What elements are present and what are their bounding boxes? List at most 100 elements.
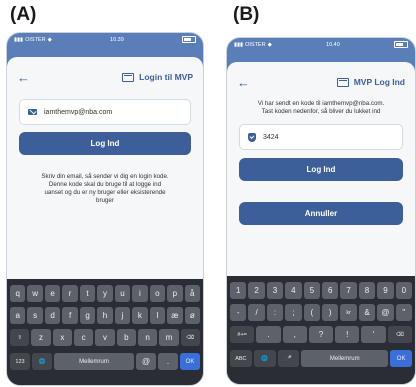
keyboard-key[interactable]: 🌐: [32, 353, 52, 370]
status-time: 10.40: [326, 41, 340, 48]
status-bar: ▮▮▮ OISTER ◆ 10.40: [227, 38, 415, 51]
phone-screen-login: ▮▮▮ OISTER ◆ 10.39 ← Login til MVP iamthem…: [6, 32, 204, 386]
keyboard-key[interactable]: d: [44, 307, 61, 324]
back-arrow-icon[interactable]: ←: [237, 76, 250, 89]
keyboard-key[interactable]: !: [335, 326, 360, 343]
keyboard-key[interactable]: 3: [266, 282, 284, 299]
keyboard-key[interactable]: m: [159, 329, 179, 346]
keyboard-key[interactable]: 4: [285, 282, 302, 299]
keyboard-key[interactable]: ⌫: [387, 326, 412, 343]
keyboard-key[interactable]: h: [97, 307, 113, 324]
keyboard-key[interactable]: @: [377, 304, 394, 321]
keyboard-key[interactable]: i: [132, 285, 148, 302]
carrier-name: OISTER: [25, 36, 46, 43]
phone-screen-code: ▮▮▮ OISTER ◆ 10.40 ← MVP Log Ind Vi har se…: [226, 37, 416, 385]
keyboard-key[interactable]: @: [136, 353, 156, 370]
keyboard-key[interactable]: 123: [10, 353, 30, 370]
keyboard-key[interactable]: y: [97, 285, 113, 302]
top-bar: ← MVP Log Ind: [227, 70, 415, 94]
keyboard-key[interactable]: 6: [322, 282, 339, 299]
login-button[interactable]: Log Ind: [239, 158, 403, 181]
back-arrow-icon[interactable]: ←: [17, 71, 30, 84]
wifi-icon: ◆: [47, 36, 52, 43]
keyboard-key[interactable]: ABC: [230, 350, 252, 367]
keyboard-key[interactable]: ;: [285, 304, 302, 321]
signal-icon: ▮▮▮: [234, 41, 244, 48]
code-card: ← MVP Log Ind Vi har sendt en kode til i…: [227, 62, 415, 276]
keyboard-key[interactable]: v: [95, 329, 115, 346]
keyboard-key[interactable]: b: [116, 329, 136, 346]
keyboard-key[interactable]: -: [229, 304, 247, 321]
keyboard-key[interactable]: z: [31, 329, 51, 346]
keyboard-key[interactable]: u: [114, 285, 131, 302]
keyboard-key[interactable]: kr: [340, 304, 357, 321]
keyboard-key[interactable]: j: [114, 307, 131, 324]
carrier-name: OISTER: [245, 41, 266, 48]
keyboard-key[interactable]: OK: [390, 350, 412, 367]
keyboard-key[interactable]: 7: [340, 282, 357, 299]
keyboard-key[interactable]: 8: [358, 282, 376, 299]
tv-icon: [336, 77, 349, 87]
keyboard-key[interactable]: /: [248, 304, 265, 321]
keyboard-key[interactable]: t: [79, 285, 96, 302]
screen-title: Login til MVP: [122, 72, 193, 82]
keyboard-key[interactable]: 0: [395, 282, 413, 299]
keyboard: 1234567890 - /:;() kr & @ " #+=.,?! ' ⌫ ABC 🌐 🎤 Me…: [227, 276, 415, 384]
keyboard-key[interactable]: ⌫: [180, 329, 200, 346]
keyboard-key[interactable]: å: [184, 285, 200, 302]
keyboard-key[interactable]: 5: [303, 282, 320, 299]
keyboard-key[interactable]: :: [266, 304, 284, 321]
keyboard-key[interactable]: (: [303, 304, 320, 321]
keyboard-key[interactable]: ': [361, 326, 386, 343]
status-bar: ▮▮▮ OISTER ◆ 10.39: [7, 33, 203, 46]
keyboard-key[interactable]: x: [52, 329, 72, 346]
mail-icon: [27, 109, 37, 115]
keyboard-key[interactable]: q: [10, 285, 26, 302]
screen-title-text: Login til MVP: [139, 72, 193, 82]
keyboard-key[interactable]: ": [395, 304, 413, 321]
keyboard-key[interactable]: w: [27, 285, 43, 302]
keyboard-key[interactable]: s: [27, 307, 43, 324]
battery-icon: [181, 36, 196, 43]
keyboard-key[interactable]: 🎤: [277, 350, 300, 367]
code-field[interactable]: 3424: [239, 124, 403, 150]
keyboard-key[interactable]: g: [79, 307, 96, 324]
keyboard-key[interactable]: .: [256, 326, 281, 343]
cancel-button[interactable]: Annuller: [239, 202, 403, 225]
keyboard-key[interactable]: f: [62, 307, 78, 324]
keyboard-key[interactable]: ø: [184, 307, 200, 324]
keyboard-key[interactable]: c: [74, 329, 94, 346]
keyboard-key[interactable]: p: [167, 285, 183, 302]
keyboard-key[interactable]: .: [158, 353, 178, 370]
keyboard-key[interactable]: æ: [167, 307, 183, 324]
keyboard-key[interactable]: ?: [308, 326, 334, 343]
keyboard-key[interactable]: 🌐: [253, 350, 276, 367]
status-time: 10.39: [110, 36, 124, 43]
keyboard-key[interactable]: k: [132, 307, 148, 324]
keyboard-key[interactable]: r: [62, 285, 78, 302]
keyboard-key[interactable]: &: [358, 304, 376, 321]
shield-icon: [248, 132, 256, 142]
keyboard-key[interactable]: l: [149, 307, 166, 324]
keyboard-key[interactable]: ⇧: [10, 329, 30, 346]
keyboard-key[interactable]: Mellemrum: [54, 353, 134, 370]
keyboard-key[interactable]: Mellemrum: [301, 350, 389, 367]
keyboard-key[interactable]: n: [137, 329, 158, 346]
panel-label-a: (A): [10, 4, 37, 25]
keyboard-key[interactable]: ,: [282, 326, 307, 343]
info-text: Vi har sendt en kode til iamthemvp@nba.c…: [257, 100, 385, 115]
keyboard-key[interactable]: o: [149, 285, 166, 302]
screen-title: MVP Log Ind: [336, 77, 405, 87]
keyboard-key[interactable]: 2: [248, 282, 265, 299]
keyboard-key[interactable]: OK: [180, 353, 200, 370]
keyboard-key[interactable]: #+=: [230, 326, 255, 343]
email-field[interactable]: iamthemvp@nba.com: [19, 99, 191, 125]
keyboard-key[interactable]: ): [322, 304, 339, 321]
keyboard-key[interactable]: 1: [229, 282, 247, 299]
battery-icon: [393, 41, 408, 48]
wifi-icon: ◆: [267, 41, 272, 48]
keyboard-key[interactable]: 9: [377, 282, 394, 299]
login-button[interactable]: Log Ind: [19, 132, 191, 155]
keyboard-key[interactable]: e: [44, 285, 61, 302]
keyboard-key[interactable]: a: [10, 307, 26, 324]
